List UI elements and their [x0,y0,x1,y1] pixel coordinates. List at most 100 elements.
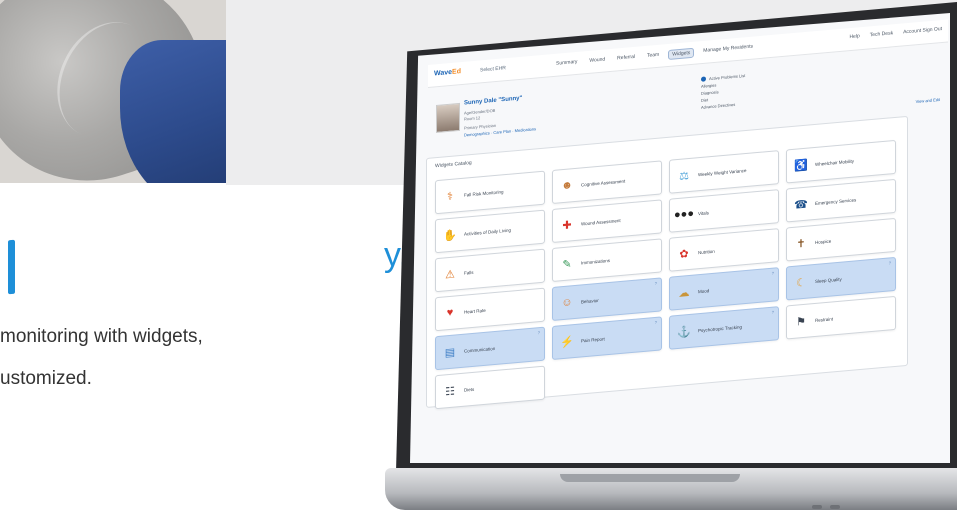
help-icon[interactable]: ? [772,271,774,276]
hero-photo [0,0,226,183]
tab-summary[interactable]: Summary [553,58,580,70]
widget-label: Vitals [698,209,709,216]
widgets-panel: Widgets Catalog ⚕ Fall Risk Monitoring ☻ Co… [426,115,908,410]
widget-icon: ☺ [561,296,573,310]
widget-tile[interactable]: ⚑ Restraint [786,295,896,340]
widget-icon: ●●● [674,207,694,222]
help-icon[interactable]: ? [772,310,774,315]
widget-icon: ☻ [561,179,573,193]
widget-tile[interactable]: ✎ Immunizations [552,238,662,282]
tab-team[interactable]: Team [644,51,662,63]
ehr-app: WaveEd Select EHR Summary Wound Referral… [410,13,950,463]
widget-icon: ⚠ [445,267,455,281]
widget-tile[interactable]: ⚡ Pain Report? [552,316,662,360]
logo-accent: Ed [452,68,461,76]
widget-icon: ☁ [678,286,690,300]
widget-icon: ☾ [796,276,806,290]
widget-icon: ♿ [794,159,808,173]
widget-tile[interactable]: ▤ Communication? [435,326,545,371]
help-icon[interactable]: ? [538,330,540,335]
tab-referral[interactable]: Referral [614,53,638,65]
laptop-hinge [560,474,740,482]
widget-label: Activities of Daily Living [464,227,512,237]
widget-icon: ✎ [562,257,572,271]
patient-info-list: Active Problems List Allergies Diagnosis… [701,72,745,111]
widget-label: Wheelchair Mobility [815,158,855,167]
widgets-panel-title: Widgets Catalog [435,160,472,170]
app-logo[interactable]: WaveEd [434,68,461,77]
widget-label: Behavior [581,297,599,304]
widget-tile[interactable]: ✚ Wound Assessment [552,199,662,243]
widget-label: Diets [464,386,475,393]
widget-label: Pain Report [581,335,605,343]
widget-grid: ⚕ Fall Risk Monitoring ☻ Cognitive Assessme… [435,139,896,410]
laptop-foot [812,505,822,509]
widget-tile[interactable]: ☁ Mood? [669,267,779,311]
help-link[interactable]: Help [849,33,859,40]
widget-icon: ✿ [679,247,689,261]
laptop-foot [830,505,840,509]
help-icon[interactable]: ? [655,320,657,325]
tech-desk-link[interactable]: Tech Desk [870,30,893,38]
widget-tile[interactable]: ☷ Diets [435,365,545,410]
nav-tabs: Summary Wound Referral Team Widgets Mana… [553,42,756,70]
widget-tile[interactable]: ♿ Wheelchair Mobility [786,139,896,184]
widget-label: Sleep Quality [815,276,842,284]
widget-tile[interactable]: ✿ Nutrition [669,228,779,272]
widget-icon: ⚓ [677,325,691,339]
widget-icon: ☎ [794,198,808,212]
widget-tile[interactable]: ✋ Activities of Daily Living [435,209,545,254]
patient-room: Room 12 [464,115,481,122]
patient-name: Sunny Dale "Sunny" [464,95,523,107]
logo-main: Wave [434,68,453,78]
widget-label: Mood [698,287,710,294]
widget-label: Weekly Weight Variance [698,167,747,177]
sign-out-link[interactable]: Account Sign Out [903,26,942,35]
widget-tile[interactable]: ⚠ Falls [435,248,545,293]
widget-icon: ▤ [444,345,456,359]
widget-tile[interactable]: ⚓ Psychotropic Tracking? [669,306,779,350]
widget-label: Nutrition [698,248,715,255]
widget-icon: ☷ [445,384,455,398]
tab-wound[interactable]: Wound [586,55,608,67]
widget-label: Immunizations [581,257,611,265]
widget-label: Hospice [815,238,832,245]
widget-tile[interactable]: ⚕ Fall Risk Monitoring [435,170,545,215]
widget-icon: ⚕ [447,190,453,203]
help-icon[interactable]: ? [889,260,891,265]
widget-icon: ✋ [443,228,457,243]
widget-icon: ⚡ [560,335,574,349]
widget-label: Wound Assessment [581,217,621,226]
widget-tile[interactable]: ⚖ Weekly Weight Variance [669,150,779,194]
widget-tile[interactable]: ☎ Emergency Services [786,178,896,223]
widget-tile[interactable]: ☺ Behavior? [552,277,662,321]
widget-icon: ⚖ [679,169,689,183]
widget-label: Restraint [815,315,834,323]
help-icon[interactable]: ? [655,281,657,286]
widget-label: Heart Rate [464,307,486,315]
widget-label: Fall Risk Monitoring [464,188,504,198]
tab-manage-residents[interactable]: Manage My Residents [700,42,756,57]
tab-widgets[interactable]: Widgets [668,47,695,60]
patient-avatar [436,102,460,133]
widget-icon: ♥ [446,306,454,320]
widget-label: Communication [464,345,496,354]
widget-icon: ✚ [562,218,572,232]
nav-right-links: Help Tech Desk Account Sign Out [849,26,942,40]
widget-tile[interactable]: ♥ Heart Rate [435,287,545,332]
view-edit-link[interactable]: View and Edit [916,97,940,104]
widget-tile[interactable]: ●●● Vitals [669,189,779,233]
widget-tile[interactable]: ☻ Cognitive Assessment [552,160,662,204]
side-drawer-tab[interactable] [8,239,15,295]
widget-tile[interactable]: ☾ Sleep Quality? [786,256,896,301]
marketing-copy-line-2: ustomized. [0,368,92,389]
widget-icon: ✝ [796,237,806,251]
app-subtitle: Select EHR [480,65,506,74]
marketing-copy-line-1: monitoring with widgets, [0,326,203,347]
widget-label: Emergency Services [815,196,857,206]
widget-tile[interactable]: ✝ Hospice [786,217,896,262]
widget-label: Psychotropic Tracking [698,323,743,333]
widget-label: Cognitive Assessment [581,178,626,187]
widget-label: Falls [464,269,474,276]
widget-icon: ⚑ [796,315,806,329]
